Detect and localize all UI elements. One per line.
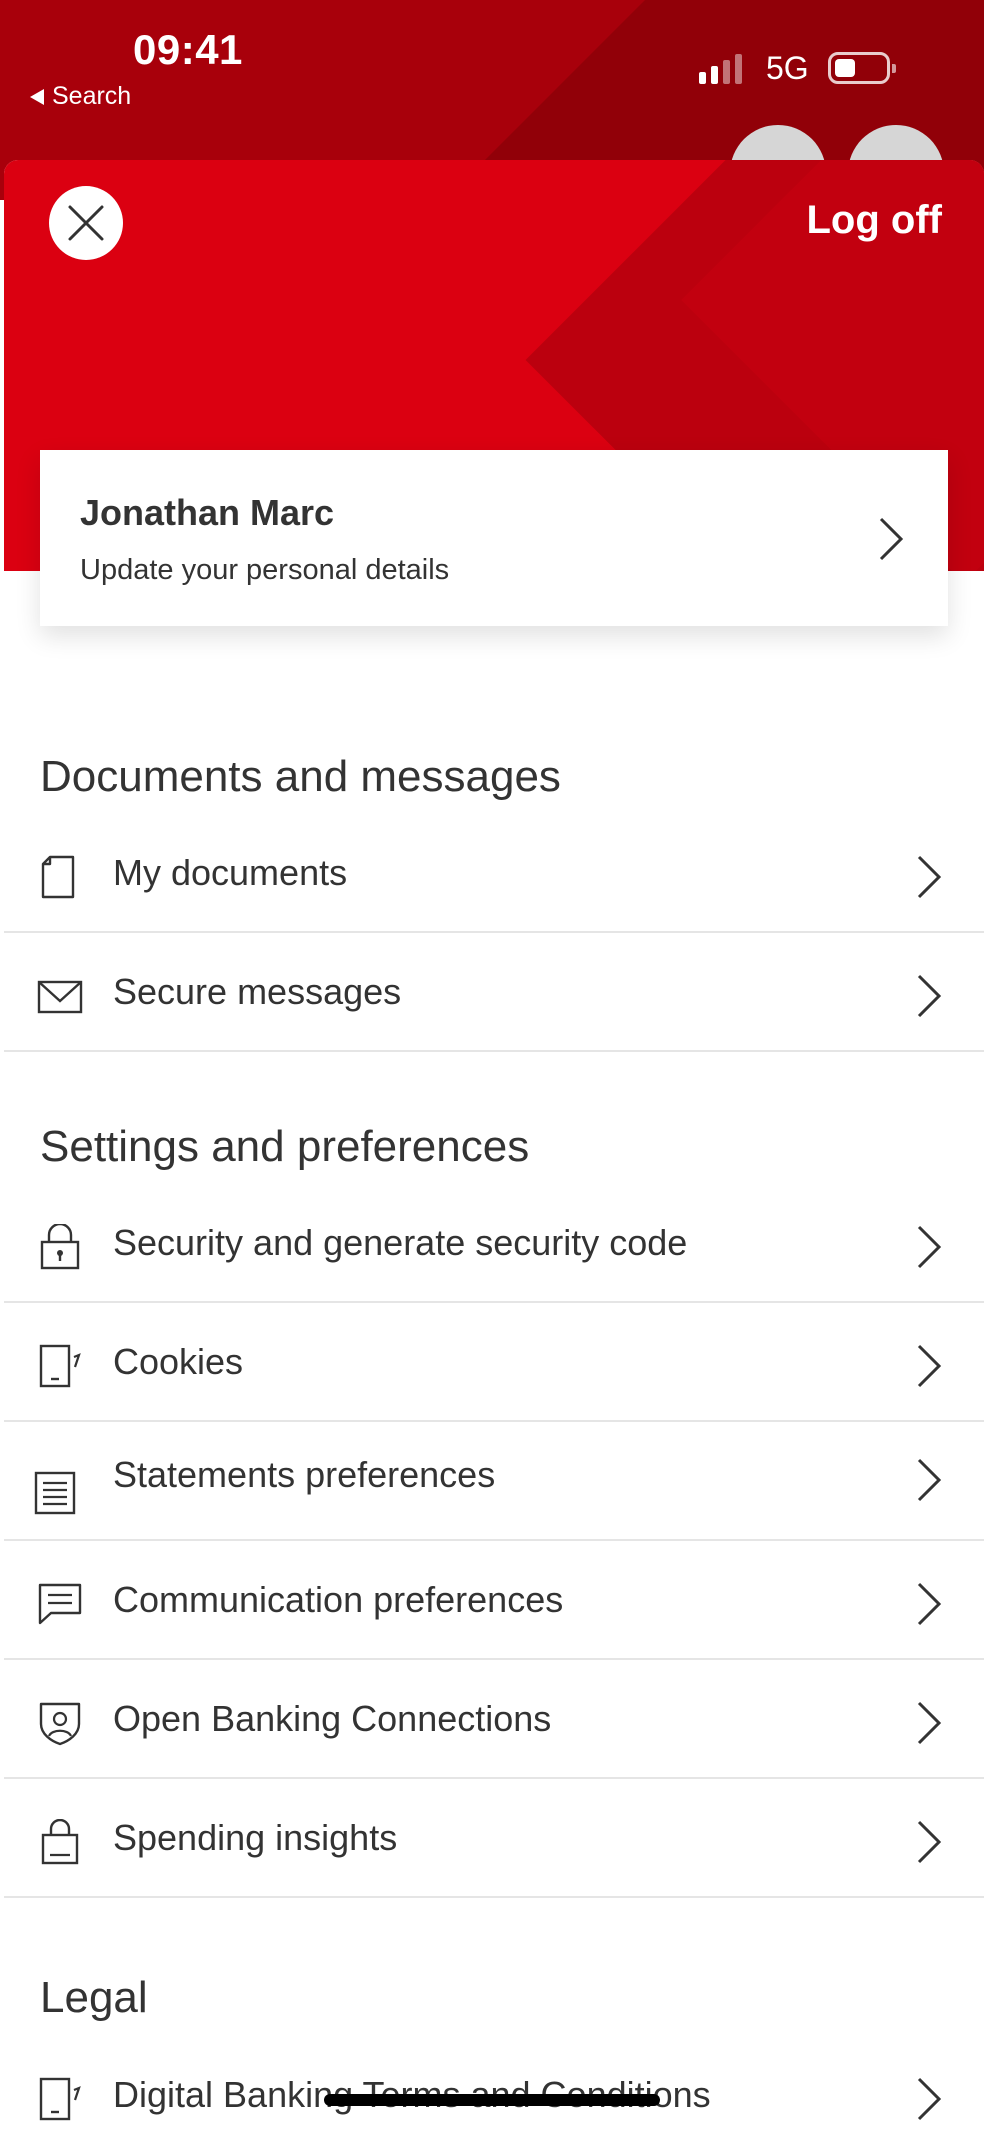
device-icon (39, 1344, 81, 1388)
menu-item-label: Open Banking Connections (113, 1698, 552, 1739)
menu-item-label: Security and generate security code (113, 1222, 688, 1263)
close-icon (68, 205, 104, 241)
device-icon (39, 2077, 81, 2121)
menu-item-digital-banking-terms[interactable]: Digital Banking Terms and Conditions (4, 2036, 984, 2129)
chat-icon (38, 1583, 82, 1625)
chevron-right-icon (917, 974, 942, 1018)
chevron-right-icon (917, 1458, 942, 1502)
menu-item-label: Cookies (113, 1341, 244, 1382)
shield-icon (39, 1702, 81, 1746)
menu-item-security[interactable]: Security and generate security code (4, 1184, 984, 1303)
bag-icon (41, 1819, 79, 1865)
home-indicator[interactable] (324, 2094, 660, 2106)
status-time: 09:41 (133, 26, 243, 73)
padlock-icon (40, 1224, 80, 1270)
chevron-right-icon (917, 1701, 942, 1745)
chevron-right-icon (917, 1344, 942, 1388)
menu-item-spending-insights[interactable]: Spending insights (4, 1779, 984, 1898)
back-to-search-link[interactable]: Search (30, 82, 131, 111)
chevron-right-icon (917, 2077, 942, 2121)
menu-item-label: My documents (113, 852, 348, 893)
log-off-button[interactable]: Log off (807, 198, 943, 243)
menu-item-communication-preferences[interactable]: Communication preferences (4, 1541, 984, 1660)
chevron-right-icon (917, 1820, 942, 1864)
document-icon (41, 855, 75, 899)
menu-item-my-documents[interactable]: My documents (4, 814, 984, 933)
chevron-right-icon (879, 517, 904, 561)
signal-strength-icon (699, 54, 742, 84)
menu-item-label: Secure messages (113, 971, 402, 1012)
section-title-legal: Legal (40, 1973, 148, 2022)
menu-item-label: Spending insights (113, 1817, 398, 1858)
menu-item-cookies[interactable]: Cookies (4, 1303, 984, 1422)
network-type: 5G (766, 50, 809, 86)
menu-item-secure-messages[interactable]: Secure messages (4, 933, 984, 1052)
profile-subtitle: Update your personal details (80, 554, 450, 586)
account-menu-sheet: Log off Jonathan Marc Update your person… (4, 160, 984, 2129)
menu-item-label: Statements preferences (113, 1454, 496, 1495)
chevron-right-icon (917, 1582, 942, 1626)
section-title-settings: Settings and preferences (40, 1122, 530, 1171)
profile-card[interactable]: Jonathan Marc Update your personal detai… (40, 450, 948, 626)
section-title-documents: Documents and messages (40, 752, 561, 801)
statement-icon (34, 1471, 76, 1515)
close-button[interactable] (49, 186, 123, 260)
menu-item-label: Communication preferences (113, 1579, 564, 1620)
envelope-icon (37, 980, 83, 1014)
profile-name: Jonathan Marc (80, 492, 335, 533)
back-label: Search (52, 82, 132, 110)
back-triangle-icon (30, 88, 44, 105)
menu-item-open-banking[interactable]: Open Banking Connections (4, 1660, 984, 1779)
chevron-right-icon (917, 1225, 942, 1269)
menu-item-statements-preferences[interactable]: Statements preferences (4, 1422, 984, 1541)
battery-icon (828, 52, 896, 84)
chevron-right-icon (917, 855, 942, 899)
